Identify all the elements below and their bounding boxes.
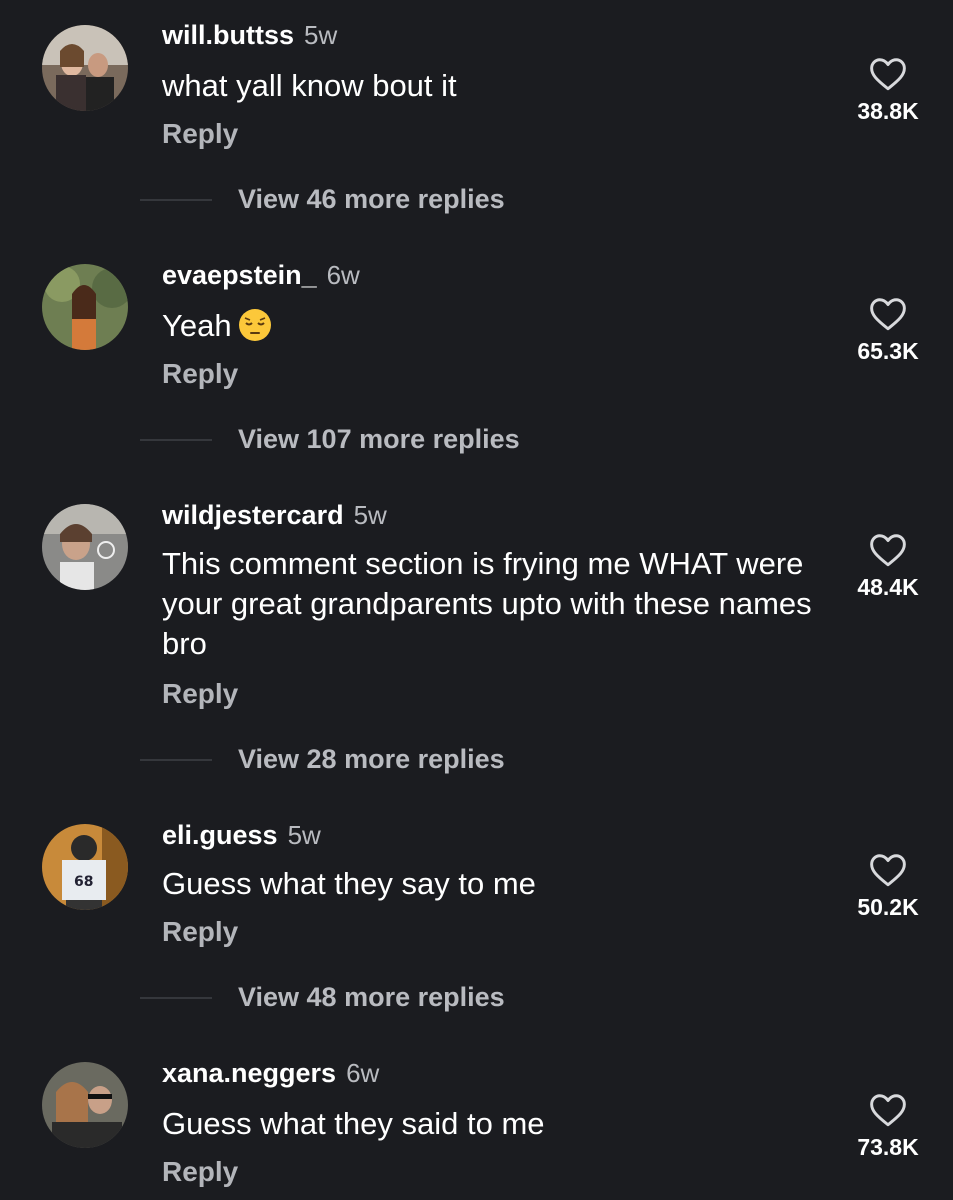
view-more-replies[interactable]: View 28 more replies: [140, 744, 505, 775]
like-count: 73.8K: [857, 1134, 919, 1160]
heart-outline-icon: [870, 298, 906, 331]
pensive-face-emoji: [238, 308, 272, 352]
username[interactable]: xana.neggers: [162, 1058, 336, 1088]
divider: [140, 438, 212, 441]
comment-text: Guess what they said to me: [162, 1106, 545, 1141]
avatar[interactable]: [42, 1062, 128, 1148]
reply-button[interactable]: Reply: [162, 118, 238, 150]
username[interactable]: will.buttss: [162, 20, 294, 50]
view-more-label: View 28 more replies: [238, 744, 505, 774]
reply-button[interactable]: Reply: [162, 358, 238, 390]
comment-age: 5w: [353, 500, 387, 530]
like-count: 38.8K: [857, 98, 919, 124]
avatar[interactable]: [42, 25, 128, 111]
heart-outline-icon: [870, 58, 906, 91]
view-more-replies[interactable]: View 46 more replies: [140, 184, 505, 215]
like-button[interactable]: 38.8K: [840, 56, 936, 125]
comment-age: 5w: [304, 20, 338, 50]
heart-outline-icon: [870, 1094, 906, 1127]
username[interactable]: wildjestercard: [162, 500, 344, 530]
view-more-label: View 46 more replies: [238, 184, 505, 214]
comment-text: Yeah: [162, 306, 822, 352]
like-count: 50.2K: [857, 894, 919, 920]
avatar[interactable]: [42, 264, 128, 350]
comment-text: what yall know bout it: [162, 68, 457, 103]
avatar[interactable]: [42, 504, 128, 590]
divider: [140, 758, 212, 761]
like-count: 48.4K: [857, 574, 919, 600]
username[interactable]: eli.guess: [162, 820, 278, 850]
username[interactable]: evaepstein_: [162, 260, 317, 290]
heart-outline-icon: [870, 854, 906, 887]
like-button[interactable]: 48.4K: [840, 532, 936, 601]
view-more-replies[interactable]: View 107 more replies: [140, 424, 520, 455]
comment-age: 5w: [287, 820, 321, 850]
like-button[interactable]: 65.3K: [840, 296, 936, 365]
comment-age: 6w: [346, 1058, 380, 1088]
comment-text-content: Yeah: [162, 308, 232, 343]
reply-button[interactable]: Reply: [162, 1156, 238, 1188]
avatar[interactable]: 68: [42, 824, 128, 910]
reply-button[interactable]: Reply: [162, 678, 238, 710]
view-more-replies[interactable]: View 48 more replies: [140, 982, 505, 1013]
like-button[interactable]: 50.2K: [840, 852, 936, 921]
reply-button[interactable]: Reply: [162, 916, 238, 948]
svg-text:68: 68: [74, 874, 93, 890]
comment-text: This comment section is frying me WHAT w…: [162, 546, 812, 661]
comment-age: 6w: [326, 260, 360, 290]
divider: [140, 198, 212, 201]
divider: [140, 996, 212, 999]
heart-outline-icon: [870, 534, 906, 567]
like-button[interactable]: 73.8K: [840, 1092, 936, 1161]
view-more-label: View 48 more replies: [238, 982, 505, 1012]
comment-text: Guess what they say to me: [162, 866, 536, 901]
view-more-label: View 107 more replies: [238, 424, 520, 454]
like-count: 65.3K: [857, 338, 919, 364]
